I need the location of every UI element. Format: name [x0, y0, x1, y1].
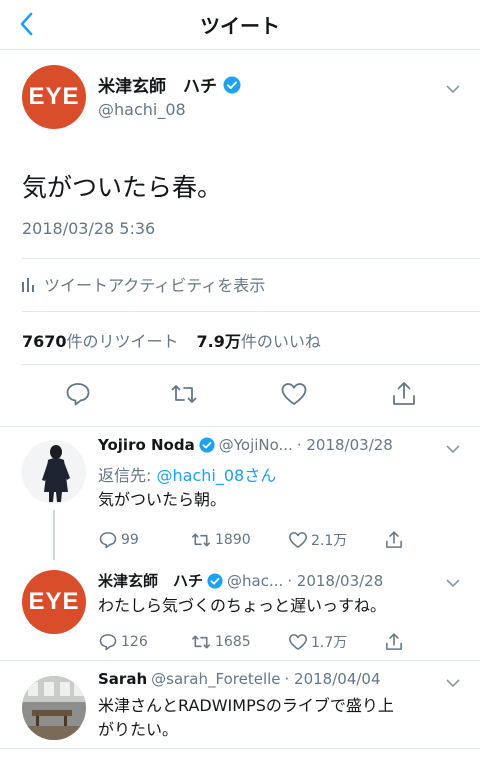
activity-label: ツイートアクティビティを表示	[44, 276, 266, 295]
reply-icon	[99, 634, 117, 651]
verified-badge-icon	[207, 572, 223, 589]
share-action[interactable]	[384, 632, 404, 652]
share-action[interactable]	[384, 530, 404, 550]
author-name-line: 米津玄師 ハチ @hac... · 2018/03/28	[98, 570, 383, 591]
tweet-text: 米津さんとRADWIMPSのライブで盛り上 がりたい。	[98, 694, 394, 742]
tweet-text: わたしら気づくのちょっと遅いっすね。	[98, 596, 387, 615]
author-name[interactable]: 米津玄師 ハチ	[98, 570, 203, 591]
main-tweet: EYE 米津玄師 ハチ @hachi_08 気がついたら春。 2018/03/2…	[0, 50, 480, 426]
divider	[0, 748, 480, 749]
like-action[interactable]: 1.7万	[288, 632, 347, 652]
reply-tweet[interactable]: EYE 米津玄師 ハチ @hac... · 2018/03/28 わたしら気づく…	[0, 570, 480, 662]
heart-icon[interactable]	[280, 380, 308, 408]
divider	[0, 660, 480, 661]
retweet-action[interactable]: 1890	[190, 530, 251, 550]
author-name: 米津玄師 ハチ	[98, 77, 217, 97]
retweet-label: 件のリツイート	[66, 332, 179, 351]
nav-bar: ツイート	[0, 0, 480, 50]
tweet-text: 気がついたら春。	[22, 173, 223, 202]
author-handle[interactable]: @YojiNo...	[219, 436, 293, 454]
author-name-line: Yojiro Noda @YojiNo... · 2018/03/28	[98, 436, 393, 454]
avatar[interactable]	[22, 676, 86, 740]
tweet-actions	[22, 380, 458, 410]
tweet-date: · 2018/03/28	[296, 436, 393, 454]
retweet-stat[interactable]: 7670件のリツイート	[22, 328, 179, 352]
chevron-down-icon[interactable]	[446, 444, 460, 454]
reply-action[interactable]: 126	[98, 632, 148, 652]
tweet-date: · 2018/04/04	[284, 670, 381, 688]
like-action[interactable]: 2.1万	[288, 530, 347, 550]
like-count: 2.1万	[311, 533, 348, 549]
avatar-photo	[22, 440, 86, 504]
author-name[interactable]: Yojiro Noda	[98, 436, 195, 454]
tweet-actions: 99 1890 2.1万	[98, 530, 438, 552]
divider	[22, 258, 480, 259]
reply-action[interactable]: 99	[98, 530, 139, 550]
avatar[interactable]: EYE	[22, 570, 86, 634]
retweet-count: 1685	[215, 634, 251, 650]
tweet-activity-link[interactable]: ツイートアクティビティを表示	[22, 272, 265, 296]
tweet-text: 気がついたら朝。	[98, 490, 227, 509]
engagement-stats: 7670件のリツイート 7.9万件のいいね	[22, 328, 321, 352]
chevron-down-icon[interactable]	[446, 678, 460, 688]
divider	[22, 364, 480, 365]
reply-count: 126	[121, 634, 148, 650]
like-label: 件のいいね	[240, 332, 321, 351]
author-name-line[interactable]: 米津玄師 ハチ	[98, 72, 241, 97]
chevron-down-icon[interactable]	[446, 578, 460, 588]
share-icon	[386, 633, 402, 650]
tweet-text-line: がりたい。	[98, 720, 179, 739]
bar-chart-icon	[22, 278, 34, 292]
divider	[0, 426, 480, 427]
chevron-down-icon[interactable]	[446, 84, 460, 94]
avatar[interactable]	[22, 440, 86, 504]
heart-icon	[289, 532, 307, 548]
retweet-count: 1890	[215, 532, 251, 548]
timestamp: 2018/03/28 5:36	[22, 219, 156, 238]
retweet-icon	[192, 533, 210, 547]
like-count: 1.7万	[311, 635, 348, 651]
retweet-icon	[192, 635, 210, 649]
retweet-count: 7670	[22, 332, 67, 351]
like-stat[interactable]: 7.9万件のいいね	[197, 328, 321, 352]
author-handle[interactable]: @hac...	[227, 572, 283, 590]
verified-badge-icon	[223, 76, 241, 93]
reply-icon	[99, 532, 117, 549]
reply-tweet[interactable]: Yojiro Noda @YojiNo... · 2018/03/28 返信先:…	[0, 436, 480, 560]
author-handle[interactable]: @sarah_Foretelle	[151, 670, 280, 688]
avatar-logo-text: EYE	[28, 83, 80, 110]
share-icon[interactable]	[390, 380, 418, 408]
tweet-text-line: 米津さんとRADWIMPSのライブで盛り上	[98, 696, 394, 715]
replying-to-link[interactable]: @hachi_08さん	[157, 466, 277, 485]
avatar-logo-text: EYE	[28, 588, 80, 615]
heart-icon	[289, 634, 307, 650]
thread-connector-line	[53, 510, 55, 560]
replying-prefix: 返信先:	[98, 466, 152, 485]
page-title: ツイート	[200, 14, 280, 38]
reply-icon[interactable]	[64, 380, 92, 408]
like-count: 7.9万	[196, 332, 241, 351]
author-handle[interactable]: @hachi_08	[98, 100, 186, 119]
author-name[interactable]: Sarah	[98, 670, 147, 688]
replying-to: 返信先: @hachi_08さん	[98, 462, 276, 486]
share-icon	[386, 531, 402, 548]
reply-count: 99	[121, 532, 139, 548]
divider	[22, 311, 480, 312]
avatar-photo	[22, 676, 86, 740]
tweet-date: · 2018/03/28	[287, 571, 384, 590]
reply-tweet[interactable]: Sarah @sarah_Foretelle · 2018/04/04 米津さん…	[0, 670, 480, 748]
retweet-icon[interactable]	[170, 380, 198, 408]
verified-badge-icon	[199, 437, 215, 453]
retweet-action[interactable]: 1685	[190, 632, 251, 652]
author-name-line: Sarah @sarah_Foretelle · 2018/04/04	[98, 670, 381, 688]
avatar[interactable]: EYE	[22, 65, 86, 129]
tweet-actions: 126 1685 1.7万	[98, 632, 438, 654]
